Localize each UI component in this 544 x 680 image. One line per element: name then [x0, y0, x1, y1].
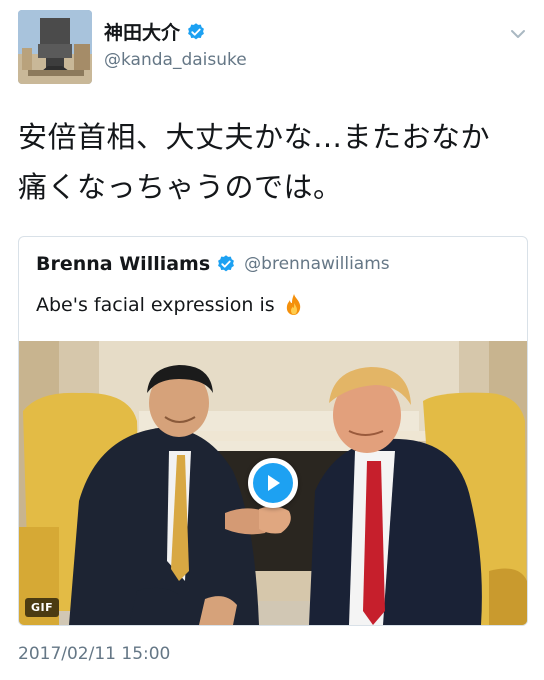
quoted-tweet-text-row: Abe's facial expression is	[36, 293, 305, 317]
play-icon	[253, 463, 293, 503]
chevron-down-icon[interactable]	[508, 24, 528, 44]
avatar-image	[18, 10, 92, 84]
tweet-timestamp[interactable]: 2017/02/11 15:00	[18, 644, 170, 664]
quoted-tweet-media[interactable]: GIF	[19, 341, 527, 625]
tweet-header: 神田大介 @kanda_daisuke	[18, 10, 528, 84]
verified-badge-icon	[218, 255, 235, 272]
verified-badge-icon	[188, 22, 204, 39]
quoted-tweet-header: Brenna Williams @brennawilliams	[36, 253, 390, 275]
fire-icon	[286, 294, 300, 315]
play-button[interactable]	[248, 458, 298, 508]
author-name-row[interactable]: 神田大介	[104, 18, 206, 45]
quoted-author-handle: @brennawilliams	[244, 254, 390, 274]
quoted-tweet-card[interactable]: Brenna Williams @brennawilliams Abe's fa…	[18, 236, 528, 626]
author-name[interactable]: 神田大介	[104, 18, 180, 45]
author-handle[interactable]: @kanda_daisuke	[104, 50, 247, 70]
tweet-text-line: 安倍首相、大丈夫かな…またおなか	[18, 120, 491, 154]
quoted-author-name: Brenna Williams	[36, 253, 211, 275]
tweet-text: 安倍首相、大丈夫かな…またおなか 痛くなっちゃうのでは。	[18, 112, 528, 212]
avatar[interactable]	[18, 10, 92, 84]
quoted-tweet-text: Abe's facial expression is	[36, 294, 275, 316]
tweet-text-line: 痛くなっちゃうのでは。	[18, 170, 343, 204]
gif-badge: GIF	[25, 598, 60, 617]
